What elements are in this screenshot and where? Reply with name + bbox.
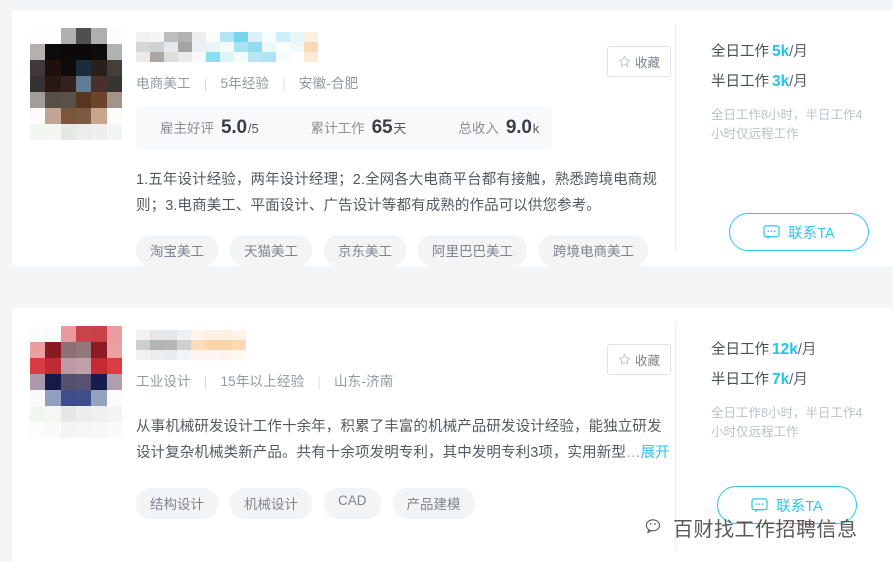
favorite-button[interactable]: 收藏	[607, 344, 671, 375]
description: 从事机械研发设计工作十余年，积累了丰富的机械产品研发设计经验，能独立研发设计复杂…	[136, 414, 672, 466]
star-icon	[618, 55, 631, 68]
contact-label: 联系TA	[788, 225, 835, 242]
pay-label: 半日工作	[711, 74, 769, 90]
vertical-divider	[675, 24, 676, 252]
meta-separator: |	[282, 76, 286, 91]
star-icon	[618, 353, 631, 366]
pay-label: 全日工作	[711, 44, 769, 60]
meta-separator: |	[203, 76, 208, 91]
favorite-button[interactable]: 收藏	[607, 46, 671, 77]
favorite-label: 收藏	[634, 56, 660, 70]
stat-label: 雇主好评	[160, 121, 214, 136]
tag[interactable]: 淘宝美工	[136, 235, 218, 266]
watermark: 百财找工作招聘信息	[645, 513, 858, 542]
stat-value: 5.0	[221, 117, 247, 138]
stat-item: 累计工作 65 天	[311, 117, 407, 139]
card-left-column: 工业设计 | 15年以上经验 | 山东-济南 从事机械研发设计工作十余年，积累了…	[136, 308, 676, 519]
meta-separator: |	[317, 374, 322, 389]
freelancer-name-row	[136, 330, 676, 364]
meta-row: 电商美工 | 5年经验 | 安徽-合肥	[136, 72, 676, 92]
contact-button[interactable]: 联系TA	[729, 213, 869, 251]
freelancer-card[interactable]: 电商美工 | 5年经验 | 安徽-合肥 雇主好评 5.0 /5 累计工作 65 …	[12, 10, 893, 266]
meta-location: 山东-济南	[333, 374, 394, 389]
stat-unit: /5	[247, 121, 259, 136]
stat-label: 累计工作	[310, 121, 365, 136]
work-note: 全日工作8小时，半日工作4小时仅远程工作	[711, 406, 863, 439]
meta-experience: 5年经验	[220, 76, 270, 91]
pay-period: /月	[789, 74, 808, 90]
meta-category: 工业设计	[136, 374, 191, 389]
description-text: 从事机械研发设计工作十余年，积累了丰富的机械产品研发设计经验，能独立研发设计复杂…	[136, 419, 662, 461]
meta-experience: 15年以上经验	[220, 374, 305, 389]
pay-amount: 12k	[772, 341, 798, 358]
tag[interactable]: 结构设计	[136, 488, 218, 519]
pay-period: /月	[797, 342, 817, 358]
stat-label: 总收入	[458, 121, 499, 136]
pay-halftime: 半日工作 3k/月	[711, 70, 881, 91]
expand-link[interactable]: 展开	[641, 445, 670, 461]
stat-item: 雇主好评 5.0 /5	[160, 117, 259, 139]
card-right-column: 全日工作 5k/月 半日工作 3k/月 全日工作8小时，半日工作4小时仅远程工作	[711, 10, 881, 144]
stat-item: 总收入 9.0 k	[458, 117, 539, 139]
watermark-text: 百财找工作招聘信息	[673, 519, 858, 541]
tag[interactable]: CAD	[324, 488, 381, 519]
skill-tags: 淘宝美工 天猫美工 京东美工 阿里巴巴美工 跨境电商美工	[136, 235, 676, 266]
wechat-logo-icon	[645, 518, 666, 537]
description-ellipsis: …	[625, 445, 641, 461]
pay-label: 全日工作	[711, 342, 769, 358]
tag[interactable]: 京东美工	[324, 235, 406, 266]
redacted-name	[136, 330, 246, 360]
stat-value: 65	[371, 117, 393, 138]
favorite-label: 收藏	[634, 354, 660, 368]
avatar	[30, 28, 122, 140]
card-left-column: 电商美工 | 5年经验 | 安徽-合肥 雇主好评 5.0 /5 累计工作 65 …	[136, 10, 676, 266]
tag[interactable]: 阿里巴巴美工	[418, 235, 527, 266]
tag[interactable]: 产品建模	[392, 488, 475, 519]
meta-location: 安徽-合肥	[298, 76, 359, 91]
meta-category: 电商美工	[136, 76, 191, 91]
tag[interactable]: 跨境电商美工	[539, 235, 648, 266]
card-right-column: 全日工作 12k/月 半日工作 7k/月 全日工作8小时，半日工作4小时仅远程工作	[711, 308, 881, 442]
skill-tags: 结构设计 机械设计 CAD 产品建模	[136, 488, 676, 519]
meta-row: 工业设计 | 15年以上经验 | 山东-济南	[136, 370, 676, 390]
description-text: 1.五年设计经验，两年设计经理；2.全网各大电商平台都有接触，熟悉跨境电商规则；…	[136, 172, 657, 214]
pay-amount: 5k	[772, 43, 790, 60]
stat-unit: k	[532, 121, 540, 136]
pay-amount: 7k	[772, 371, 790, 388]
pay-amount: 3k	[772, 73, 790, 90]
stat-unit: 天	[393, 121, 407, 136]
pay-fulltime: 全日工作 12k/月	[711, 338, 881, 359]
avatar	[30, 326, 122, 438]
pay-label: 半日工作	[711, 372, 769, 388]
chat-bubble-icon	[763, 224, 780, 240]
stat-value: 9.0	[505, 117, 532, 138]
freelancer-name-row	[136, 32, 676, 66]
pay-period: /月	[789, 372, 808, 388]
description: 1.五年设计经验，两年设计经理；2.全网各大电商平台都有接触，熟悉跨境电商规则；…	[136, 167, 672, 219]
work-note: 全日工作8小时，半日工作4小时仅远程工作	[711, 108, 863, 141]
tag[interactable]: 机械设计	[230, 488, 312, 519]
pay-period: /月	[789, 44, 808, 60]
redacted-name	[136, 32, 318, 62]
meta-separator: |	[203, 374, 208, 389]
chat-bubble-icon	[751, 497, 768, 513]
pay-fulltime: 全日工作 5k/月	[711, 40, 881, 61]
stats-bar: 雇主好评 5.0 /5 累计工作 65 天 总收入 9.0 k	[136, 106, 552, 150]
tag[interactable]: 天猫美工	[230, 235, 312, 266]
pay-halftime: 半日工作 7k/月	[711, 368, 881, 389]
